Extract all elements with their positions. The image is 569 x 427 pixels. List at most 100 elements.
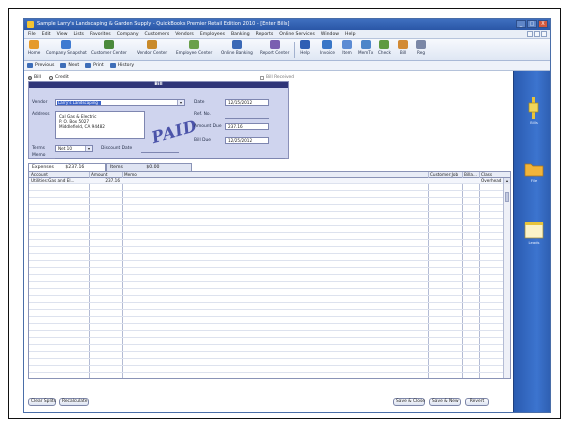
scroll-thumb[interactable] [505,192,509,202]
table-row[interactable] [29,269,510,275]
menu-employees[interactable]: Employees [200,32,225,37]
table-row[interactable] [29,346,510,352]
menu-view[interactable]: View [57,32,68,37]
table-row[interactable] [29,206,510,212]
table-row[interactable] [29,297,510,303]
mdi-minimize-button[interactable] [527,31,533,37]
iconbar-report-center[interactable]: Report Center [260,40,289,55]
menu-help[interactable]: Help [345,32,355,37]
mdi-close-button[interactable] [541,31,547,37]
cell-memo[interactable] [122,178,428,184]
history-button[interactable]: History [109,63,134,68]
cell-customer-job[interactable] [428,178,462,184]
maximize-button[interactable]: □ [527,20,537,28]
cell-billable[interactable] [462,178,479,184]
iconbar-vendor-center[interactable]: Vendor Center [137,40,167,55]
discount-date-field[interactable] [141,152,179,153]
cell-account[interactable]: Utilities:Gas and El... [29,178,89,184]
iconbar-customer-center[interactable]: Customer Center [91,40,127,55]
iconbar-employee-center[interactable]: Employee Center [176,40,212,55]
bill-due-field[interactable]: 12/25/2012 [225,137,269,144]
table-row[interactable] [29,290,510,296]
cell-class[interactable]: Overhead [479,178,505,184]
table-row[interactable] [29,220,510,226]
revert-button[interactable]: Revert [465,398,489,406]
iconbar-bill[interactable]: Bill [398,40,408,55]
table-row[interactable] [29,192,510,198]
table-row[interactable] [29,360,510,366]
previous-button[interactable]: Previous [27,63,54,68]
iconbar-check[interactable]: Check [378,40,391,55]
date-field[interactable]: 12/15/2012 [225,99,269,106]
chevron-down-icon[interactable]: ▾ [85,146,92,151]
menu-favorites[interactable]: Favorites [90,32,111,37]
menu-window[interactable]: Window [321,32,339,37]
amount-due-field[interactable]: 237.16 [225,123,269,130]
grid-scrollbar[interactable]: ▴ [503,178,510,378]
table-row[interactable] [29,353,510,359]
menu-file[interactable]: File [28,32,36,37]
table-row[interactable] [29,367,510,373]
close-button[interactable]: X [538,20,548,28]
table-row[interactable] [29,311,510,317]
chevron-down-icon[interactable]: ▾ [177,100,184,105]
print-button[interactable]: Print [85,63,104,68]
table-row[interactable] [29,248,510,254]
table-row[interactable] [29,227,510,233]
menu-lists[interactable]: Lists [74,32,84,37]
tab-items[interactable]: Items $0.00 [106,163,192,171]
iconbar-home[interactable]: Home [28,40,40,55]
menu-vendors[interactable]: Vendors [175,32,194,37]
scroll-up-icon[interactable]: ▴ [504,178,510,184]
open-window-bills[interactable]: Bills [522,97,546,125]
iconbar-memtx[interactable]: MemTx [358,40,373,55]
minimize-button[interactable]: _ [516,20,526,28]
iconbar-register[interactable]: Reg [416,40,426,55]
iconbar-company-snapshot[interactable]: Company Snapshot [46,40,87,55]
terms-field[interactable]: Net 10 ▾ [55,145,93,152]
open-window-file[interactable]: File [522,161,546,183]
invoice-icon [322,40,333,49]
iconbar-online-banking[interactable]: Online Banking [221,40,253,55]
next-button[interactable]: Next [60,63,79,68]
memo-field[interactable] [55,158,285,159]
table-row[interactable] [29,255,510,261]
table-row[interactable] [29,241,510,247]
address-field[interactable]: Cal Gas & Electric P. O. Box 5027 Middle… [55,111,145,139]
table-row[interactable] [29,304,510,310]
refno-field[interactable] [225,118,269,119]
cell-amount[interactable]: 237.16 [89,178,122,184]
vendor-field[interactable]: Larry's Landscaping ▾ [55,99,185,106]
table-row[interactable] [29,199,510,205]
table-row[interactable] [29,276,510,282]
mdi-restore-button[interactable] [534,31,540,37]
table-row[interactable] [29,213,510,219]
menu-banking[interactable]: Banking [231,32,250,37]
bill-received-checkbox[interactable]: Bill Received [260,75,294,80]
iconbar-help[interactable]: Help [300,40,310,55]
menu-reports[interactable]: Reports [256,32,274,37]
menu-online-services[interactable]: Online Services [279,32,315,37]
iconbar-item[interactable]: Item [342,40,352,55]
iconbar-invoice[interactable]: Invoice [320,40,335,55]
save-new-button[interactable]: Save & New [429,398,461,406]
save-close-button[interactable]: Save & Close [393,398,425,406]
bill-radio[interactable]: Bill [28,75,41,80]
table-row[interactable]: Utilities:Gas and El... 237.16 Overhead [29,178,510,184]
table-row[interactable] [29,262,510,268]
table-row[interactable] [29,332,510,338]
menu-company[interactable]: Company [117,32,139,37]
table-row[interactable] [29,234,510,240]
open-window-leads[interactable]: Leads [522,221,546,245]
credit-radio[interactable]: Credit [48,75,69,80]
table-row[interactable] [29,283,510,289]
clear-splits-button[interactable]: Clear Splits [28,398,56,406]
menu-customers[interactable]: Customers [145,32,170,37]
tab-expenses[interactable]: Expenses $237.16 [28,163,106,171]
recalculate-button[interactable]: Recalculate [59,398,89,406]
table-row[interactable] [29,185,510,191]
table-row[interactable] [29,318,510,324]
table-row[interactable] [29,325,510,331]
menu-edit[interactable]: Edit [42,32,51,37]
table-row[interactable] [29,339,510,345]
